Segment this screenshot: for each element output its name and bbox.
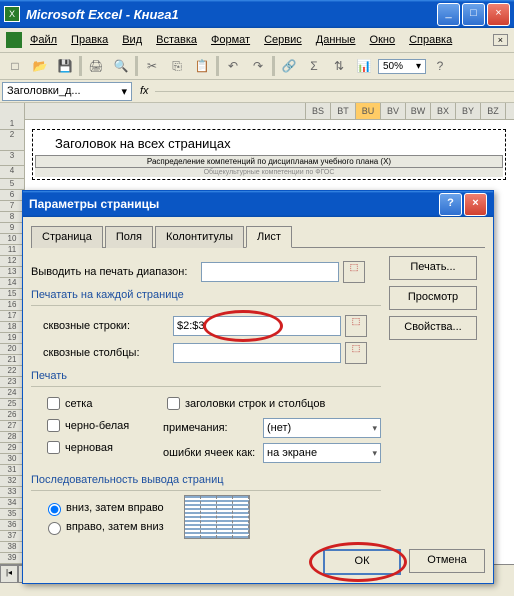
redo-icon[interactable]: ↷	[247, 55, 269, 77]
col-header[interactable]: BX	[431, 103, 456, 119]
menu-file[interactable]: Файл	[30, 34, 57, 46]
seq-down-radio[interactable]	[48, 503, 61, 516]
ref-button[interactable]: ⬚	[345, 315, 367, 337]
chk-label: заголовки строк и столбцов	[185, 398, 325, 410]
cell-text: Общекультурные компетенции по ФГОС	[35, 168, 503, 177]
name-box[interactable]: Заголовки_д...▾	[2, 82, 132, 101]
rows-input[interactable]	[173, 316, 341, 336]
col-header[interactable]: BZ	[481, 103, 506, 119]
cancel-button[interactable]: Отмена	[409, 549, 485, 573]
tab-margins[interactable]: Поля	[105, 226, 153, 248]
paste-icon[interactable]: 📋	[191, 55, 213, 77]
zoom-combo[interactable]: 50%▾	[378, 59, 426, 74]
print-range-input[interactable]	[201, 262, 339, 282]
notes-combo[interactable]: (нет)▾	[263, 418, 381, 438]
col-header[interactable]: BT	[331, 103, 356, 119]
ref-button[interactable]: ⬚	[345, 342, 367, 364]
menu-insert[interactable]: Вставка	[156, 34, 197, 46]
headings-checkbox[interactable]	[167, 397, 180, 410]
chk-label: черно-белая	[65, 420, 129, 432]
col-header[interactable]: BV	[381, 103, 406, 119]
save-icon[interactable]: 💾	[54, 55, 76, 77]
excel-icon: X	[4, 6, 20, 22]
grid-checkbox[interactable]	[47, 397, 60, 410]
maximize-button[interactable]: □	[462, 3, 485, 26]
col-header[interactable]: BS	[306, 103, 331, 119]
menu-help[interactable]: Справка	[409, 34, 452, 46]
radio-label: вправо, затем вниз	[66, 521, 164, 533]
ref-button[interactable]: ⬚	[343, 261, 365, 283]
column-headers: BS BT BU BV BW BX BY BZ	[0, 103, 514, 120]
dialog-close-button[interactable]: ×	[464, 193, 487, 216]
dialog-title: Параметры страницы	[29, 197, 439, 211]
col-header[interactable]: BW	[406, 103, 431, 119]
chk-label: сетка	[65, 398, 92, 410]
titlebar: X Microsoft Excel - Книга1 _ □ ×	[0, 0, 514, 28]
toolbar: □ 📂 💾 🖨 🔍 ✂ ⎘ 📋 ↶ ↷ 🔗 Σ ⇅ 📊 50%▾ ?	[0, 53, 514, 80]
workbook-icon[interactable]	[6, 32, 22, 48]
undo-icon[interactable]: ↶	[222, 55, 244, 77]
group-label: Печать	[31, 370, 381, 382]
help-icon[interactable]: ?	[429, 55, 451, 77]
dialog-help-button[interactable]: ?	[439, 193, 462, 216]
tab-header[interactable]: Колонтитулы	[155, 226, 244, 248]
seq-right-radio[interactable]	[48, 522, 61, 535]
bw-checkbox[interactable]	[47, 419, 60, 432]
cut-icon[interactable]: ✂	[141, 55, 163, 77]
rows-label: сквозные строки:	[31, 320, 173, 332]
cols-input[interactable]	[173, 343, 341, 363]
group-label: Печатать на каждой странице	[31, 289, 381, 301]
ok-button[interactable]: ОК	[323, 549, 401, 575]
sum-icon[interactable]: Σ	[303, 55, 325, 77]
separator	[216, 56, 219, 76]
separator	[272, 56, 275, 76]
menu-service[interactable]: Сервис	[264, 34, 302, 46]
draft-checkbox[interactable]	[47, 441, 60, 454]
workbook-close-button[interactable]: ×	[493, 34, 508, 46]
copy-icon[interactable]: ⎘	[166, 55, 188, 77]
col-header[interactable]: BY	[456, 103, 481, 119]
minimize-button[interactable]: _	[437, 3, 460, 26]
group-label: Последовательность вывода страниц	[31, 474, 381, 486]
separator	[79, 56, 82, 76]
chk-label: черновая	[65, 442, 113, 454]
tab-page[interactable]: Страница	[31, 226, 103, 248]
errors-combo[interactable]: на экране▾	[263, 443, 381, 463]
link-icon[interactable]: 🔗	[278, 55, 300, 77]
window-title: Microsoft Excel - Книга1	[26, 7, 437, 22]
close-button[interactable]: ×	[487, 3, 510, 26]
menu-format[interactable]: Формат	[211, 34, 250, 46]
fx-label[interactable]: fx	[140, 85, 149, 97]
print-icon[interactable]: 🖨	[85, 55, 107, 77]
menu-view[interactable]: Вид	[122, 34, 142, 46]
errors-label: ошибки ячеек как:	[163, 447, 263, 459]
new-icon[interactable]: □	[4, 55, 26, 77]
cell-text: Заголовок на всех страницах	[35, 132, 503, 155]
menu-edit[interactable]: Правка	[71, 34, 108, 46]
notes-label: примечания:	[163, 422, 263, 434]
preview-button[interactable]: Просмотр	[389, 286, 477, 310]
cols-label: сквозные столбцы:	[31, 347, 173, 359]
menubar: Файл Правка Вид Вставка Формат Сервис Да…	[0, 28, 514, 53]
sequence-preview-icon	[184, 495, 250, 539]
formula-bar[interactable]	[155, 91, 514, 92]
menu-data[interactable]: Данные	[316, 34, 356, 46]
chart-icon[interactable]: 📊	[353, 55, 375, 77]
page-setup-dialog: Параметры страницы ? × Страница Поля Кол…	[22, 190, 494, 584]
tab-sheet[interactable]: Лист	[246, 226, 292, 248]
properties-button[interactable]: Свойства...	[389, 316, 477, 340]
cell-text: Распределение компетенций по дисципланам…	[35, 155, 503, 168]
col-header[interactable]: BU	[356, 103, 381, 119]
menu-window[interactable]: Окно	[370, 34, 396, 46]
preview-icon[interactable]: 🔍	[110, 55, 132, 77]
print-button[interactable]: Печать...	[389, 256, 477, 280]
open-icon[interactable]: 📂	[29, 55, 51, 77]
tab-nav-first[interactable]: |◂	[0, 565, 18, 583]
sort-icon[interactable]: ⇅	[328, 55, 350, 77]
separator	[135, 56, 138, 76]
radio-label: вниз, затем вправо	[66, 502, 164, 514]
print-range-label: Выводить на печать диапазон:	[31, 266, 201, 278]
